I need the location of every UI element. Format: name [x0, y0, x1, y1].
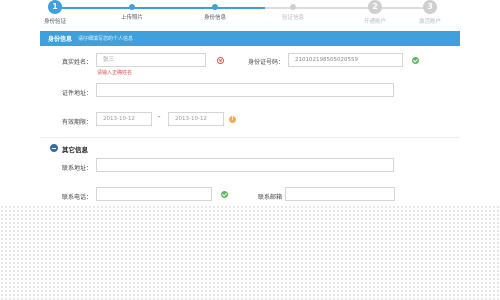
- validity-end-input[interactable]: 2013-10-12: [168, 112, 224, 126]
- step-2-dot: [129, 4, 135, 10]
- section-header: 身份信息 请仔细填写您的个人信息: [40, 31, 460, 46]
- step-1: 1 身份验证: [25, 0, 85, 25]
- email-input[interactable]: [285, 187, 395, 201]
- id-address-input[interactable]: [96, 83, 394, 97]
- phone-label: 联系电话：: [62, 194, 93, 201]
- date-separator: -: [158, 113, 161, 121]
- name-error-message: 请输入正确姓名: [97, 70, 133, 76]
- id-number-input[interactable]: 210102198505020559: [288, 53, 403, 67]
- step-2: 上传照片: [102, 0, 162, 21]
- step-4: 验证信息: [263, 0, 323, 21]
- contact-address-label: 联系地址：: [62, 165, 93, 172]
- name-input[interactable]: 张三: [96, 53, 206, 67]
- email-label: 联系邮箱: [258, 194, 283, 201]
- check-icon: [221, 191, 228, 198]
- name-label: 真实姓名：: [62, 59, 93, 66]
- step-3-label: 身份信息: [203, 15, 226, 21]
- step-2-label: 上传照片: [120, 15, 143, 21]
- error-icon: [217, 57, 224, 64]
- step-progress: 1 身份验证 上传照片 身份信息 验证信息 2 开通账户 3 激活账户: [0, 0, 500, 26]
- divider: [40, 137, 460, 138]
- section-subtitle: 请仔细填写您的个人信息: [78, 36, 134, 42]
- section-title: 身份信息: [48, 36, 73, 43]
- validity-label: 有效期限：: [62, 119, 93, 126]
- step-4-label: 验证信息: [281, 15, 304, 21]
- step-1-circle: 1: [48, 0, 62, 14]
- other-info-title: 其它信息: [62, 146, 88, 154]
- page: 1 身份验证 上传照片 身份信息 验证信息 2 开通账户 3 激活账户 身份信息…: [0, 0, 500, 300]
- step-1-label: 身份验证: [43, 19, 66, 25]
- collapse-minus-icon[interactable]: [50, 144, 58, 152]
- step-5-label: 开通账户: [363, 19, 386, 25]
- contact-address-input[interactable]: [96, 158, 394, 172]
- warning-icon: !: [229, 116, 236, 123]
- step-4-dot: [290, 4, 296, 10]
- step-3-dot: [212, 4, 218, 10]
- step-6-label: 激活账户: [418, 19, 441, 25]
- phone-input[interactable]: [96, 187, 212, 201]
- transparency-overlay: [0, 205, 500, 300]
- step-3: 身份信息: [185, 0, 245, 21]
- step-6-circle: 3: [423, 0, 437, 14]
- step-5-circle: 2: [368, 0, 382, 14]
- validity-start-input[interactable]: 2013-10-12: [96, 112, 152, 126]
- check-icon: [412, 57, 419, 64]
- id-address-label: 证件地址：: [62, 90, 93, 97]
- step-5: 2 开通账户: [345, 0, 405, 25]
- step-6: 3 激活账户: [400, 0, 460, 25]
- id-number-label: 身份证号码：: [248, 59, 285, 66]
